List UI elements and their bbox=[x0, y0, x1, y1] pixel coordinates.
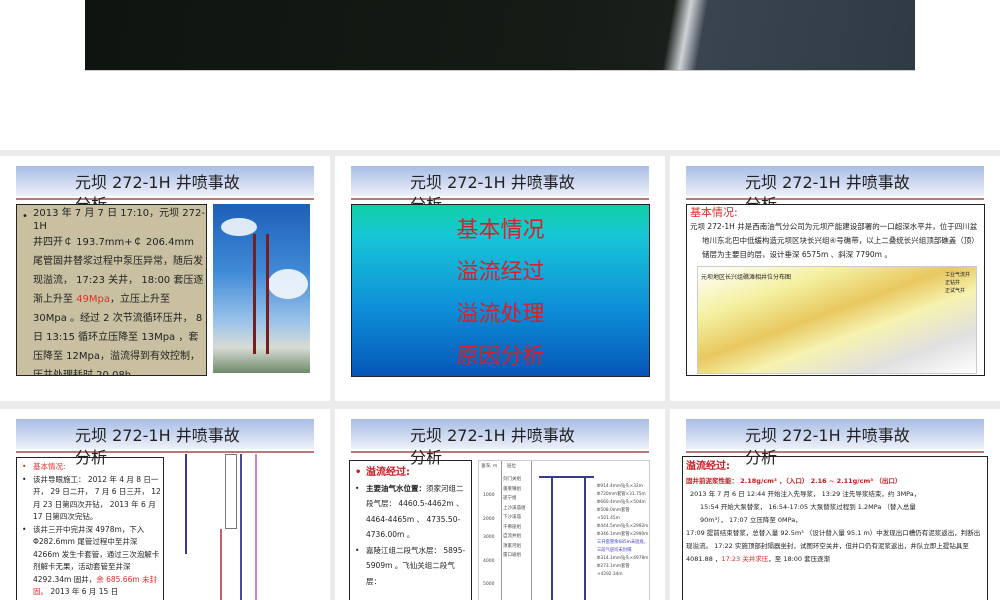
well-location-map: 元坝地区长兴组礁滩相井位分布图 工业气流井 正钻井 正试气井 bbox=[697, 266, 977, 374]
bullet-text: 该井导眼施工： 2012 年 4 月 8 日一开， 29 日二开， 7 月 6 … bbox=[19, 474, 161, 524]
map-title: 元坝地区长兴组礁滩相井位分布图 bbox=[701, 274, 792, 281]
map-legend: 工业气流井 正钻井 正试气井 bbox=[944, 272, 970, 294]
slide-thumbnail-1[interactable]: 元坝 272-1H 井喷事故分析 2013 年 7 月 7 日 17:10，元坝… bbox=[0, 156, 330, 401]
wellbore-diagram bbox=[175, 454, 315, 600]
video-frame-image bbox=[85, 0, 915, 71]
drilling-rig-photo bbox=[213, 204, 310, 373]
agenda-item: 原因分析 bbox=[456, 344, 545, 369]
slide-thumbnail-6[interactable]: 元坝 272-1H 井喷事故分析 溢流经过: 固井前泥浆性能： 2.18g/cm… bbox=[670, 409, 1000, 600]
content-box: 2013 年 7 月 7 日 17:10，元坝 272-1H井四开￠ 193.7… bbox=[16, 204, 207, 376]
content-box: 溢流经过: 固井前泥浆性能： 2.18g/cm³ ，（入口） 2.16 ~ 2.… bbox=[682, 456, 988, 600]
layer-column: 剑门关组 蓬莱镇组 遂宁组 上沙溪庙组 下沙溪庙 千佛崖组 自流井组 须家河组 雷口坡组 bbox=[503, 477, 526, 558]
mud-properties: 固井前泥浆性能： 2.18g/cm³ ，（入口） 2.16 ~ 2.11g/cm… bbox=[686, 477, 902, 485]
stratigraphy-wellbore-chart: 垂深, m 层位 1000 2000 3000 4000 5000 剑门关组 蓬莱… bbox=[478, 460, 650, 600]
slide-thumbnail-5[interactable]: 元坝 272-1H 井喷事故分析 溢流经过: 主要油气水位置：须家河组二段气层：… bbox=[335, 409, 665, 600]
body-text: 2013 年 7 月 6 日 12:44 开始注入先导浆， 13:29 注先导浆… bbox=[690, 490, 921, 524]
bullet-text: 嘉陵江组二段气水层： 5895-5909m 。飞仙关组二段气层： bbox=[352, 543, 469, 590]
agenda-item: 基本情况 bbox=[456, 218, 545, 243]
bullet-heading: 基本情况: bbox=[19, 461, 161, 474]
section-heading: 基本情况: bbox=[690, 206, 738, 219]
bullet-heading: 溢流经过: bbox=[352, 465, 469, 481]
body-text: 元坝 272-1H 井是西南油气分公司为元坝产能建设部署的一口超深水平井，位于四… bbox=[690, 222, 979, 259]
content-box: 基本情况: 元坝 272-1H 井是西南油气分公司为元坝产能建设部署的一口超深水… bbox=[686, 204, 985, 376]
bullet-text: 2013 年 7 月 7 日 17:10，元坝 272-1H井四开￠ 193.7… bbox=[19, 207, 206, 375]
agenda-box: 基本情况 溢流经过 溢流处理 原因分析 bbox=[351, 204, 650, 377]
body-text: 17:09 提前结束替浆，总替入量 92.5m³ （设计替入量 95.1 m）中… bbox=[686, 529, 981, 563]
agenda-item: 溢流处理 bbox=[456, 302, 545, 327]
section-heading: 溢流经过: bbox=[686, 461, 730, 472]
bullet-text: 该井三开中完井深 4978m，下入 Φ282.6mm 尾管过程中至井深 4266… bbox=[19, 524, 161, 599]
slide-thumbnail-2[interactable]: 元坝 272-1H 井喷事故分析 基本情况 溢流经过 溢流处理 原因分析 bbox=[335, 156, 665, 401]
bullet-text: 主要油气水位置：须家河组二段气层： 4460.5-4462m 、 4464-44… bbox=[352, 481, 469, 543]
slide-thumbnail-3[interactable]: 元坝 272-1H 井喷事故分析 基本情况: 元坝 272-1H 井是西南油气分… bbox=[670, 156, 1000, 401]
content-box: 溢流经过: 主要油气水位置：须家河组二段气层： 4460.5-4462m 、 4… bbox=[349, 460, 472, 600]
content-box: 基本情况: 该井导眼施工： 2012 年 4 月 8 日一开， 29 日二开， … bbox=[16, 457, 164, 600]
agenda-item: 溢流经过 bbox=[456, 260, 545, 285]
slide-thumbnail-4[interactable]: 元坝 272-1H 井喷事故分析 基本情况: 该井导眼施工： 2012 年 4 … bbox=[0, 409, 330, 600]
